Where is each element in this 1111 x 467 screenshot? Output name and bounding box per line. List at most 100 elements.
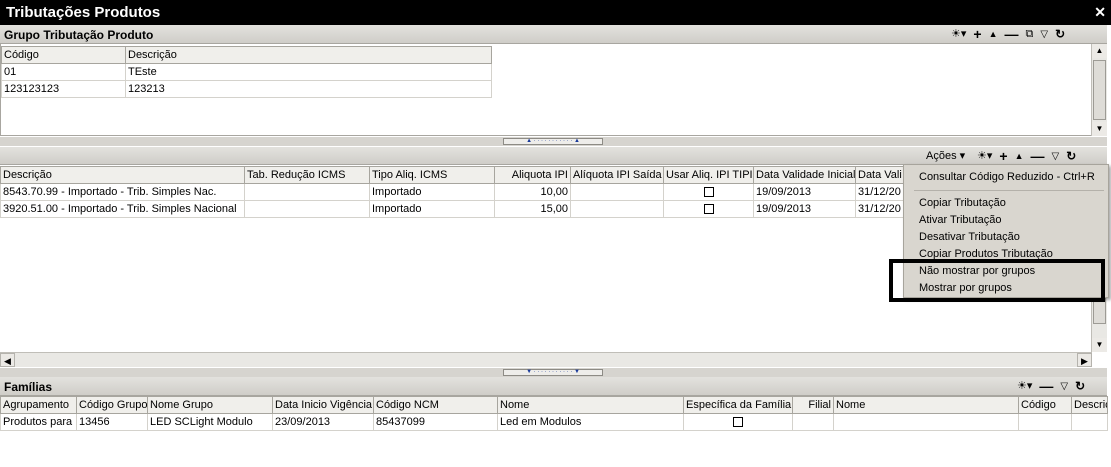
tributacao-horizontal-scrollbar[interactable]: ◀ ▶ bbox=[0, 352, 1092, 367]
cell-usar-tipi[interactable] bbox=[663, 200, 754, 218]
column-header[interactable]: Tipo Aliq. ICMS bbox=[369, 166, 495, 184]
cell-tipo-aliq[interactable]: Importado bbox=[369, 183, 495, 201]
cell-tab-reducao[interactable] bbox=[244, 200, 370, 218]
splitter-grip[interactable]: ▼ · · · · · · · · · · · ▼ bbox=[503, 369, 603, 376]
cell-tipo-aliq[interactable]: Importado bbox=[369, 200, 495, 218]
column-header[interactable]: Data Validade Inicial bbox=[753, 166, 856, 184]
filter-icon[interactable]: ▽ bbox=[1052, 150, 1060, 163]
close-icon[interactable]: ✕ bbox=[1094, 4, 1106, 21]
cell-especifica[interactable] bbox=[683, 413, 793, 431]
filter-icon[interactable]: ▽ bbox=[1040, 28, 1048, 41]
cell-aliquota-saida[interactable] bbox=[570, 183, 664, 201]
cell-codigo[interactable]: 01 bbox=[1, 63, 126, 81]
cell-data-inicial[interactable]: 19/09/2013 bbox=[753, 183, 856, 201]
scroll-up-icon[interactable]: ▲ bbox=[1092, 44, 1107, 58]
remove-icon[interactable]: — bbox=[1039, 379, 1053, 393]
scroll-down-icon[interactable]: ▼ bbox=[1092, 122, 1107, 136]
grupo-vertical-scrollbar[interactable]: ▲ ▼ bbox=[1091, 44, 1107, 136]
column-header[interactable]: Nome bbox=[497, 396, 684, 414]
column-header[interactable]: Agrupamento bbox=[0, 396, 77, 414]
table-row[interactable]: 8543.70.99 - Importado - Trib. Simples N… bbox=[0, 183, 907, 201]
cell-filial[interactable] bbox=[792, 413, 834, 431]
cell-data-final[interactable]: 31/12/20 bbox=[855, 183, 907, 201]
cell-data-inicio[interactable]: 23/09/2013 bbox=[272, 413, 374, 431]
options-icon[interactable]: ☀▾ bbox=[977, 150, 992, 163]
column-header[interactable]: Código bbox=[1, 46, 126, 64]
cell-usar-tipi[interactable] bbox=[663, 183, 754, 201]
cell-data-inicial[interactable]: 19/09/2013 bbox=[753, 200, 856, 218]
column-header[interactable]: Código NCM bbox=[373, 396, 498, 414]
especifica-checkbox[interactable] bbox=[733, 417, 743, 428]
cell-descricao[interactable]: TEste bbox=[125, 63, 492, 81]
column-header[interactable]: Alíquota IPI Saída bbox=[570, 166, 664, 184]
column-header[interactable]: Filial bbox=[792, 396, 834, 414]
usar-tipi-checkbox[interactable] bbox=[703, 204, 714, 215]
cell-codigo-grupo[interactable]: 13456 bbox=[76, 413, 148, 431]
cell-nome-grupo[interactable]: LED SCLight Modulo bbox=[147, 413, 273, 431]
column-header[interactable]: Nome Grupo bbox=[147, 396, 273, 414]
remove-icon[interactable]: — bbox=[1031, 149, 1045, 163]
column-header[interactable]: Descric bbox=[1071, 396, 1108, 414]
cell-descric[interactable] bbox=[1071, 413, 1108, 431]
options-icon[interactable]: ☀▾ bbox=[951, 28, 966, 41]
add-icon[interactable]: + bbox=[999, 149, 1007, 163]
table-row[interactable]: Produtos para F 13456 LED SCLight Modulo… bbox=[0, 413, 1108, 431]
cell-tab-reducao[interactable] bbox=[244, 183, 370, 201]
move-up-icon[interactable]: ▲ bbox=[1015, 150, 1024, 163]
move-up-icon[interactable]: ▲ bbox=[989, 28, 998, 41]
splitter-grip[interactable]: ▲ · · · · · · · · · · · ▲ bbox=[503, 138, 603, 145]
column-header[interactable]: Específica da Família bbox=[683, 396, 793, 414]
column-header[interactable]: Nome bbox=[833, 396, 1019, 414]
cell-aliquota-ipi[interactable]: 10,00 bbox=[494, 183, 571, 201]
refresh-icon[interactable]: ↻ bbox=[1055, 28, 1065, 41]
scroll-down-icon[interactable]: ▼ bbox=[1092, 338, 1107, 352]
column-header[interactable]: Código Grupo bbox=[76, 396, 148, 414]
table-header-row: Agrupamento Código Grupo Nome Grupo Data… bbox=[0, 396, 1108, 414]
cell-codigo[interactable]: 123123123 bbox=[1, 80, 126, 98]
column-header[interactable]: Data Inicio Vigência bbox=[272, 396, 374, 414]
table-row[interactable]: 01 TEste bbox=[1, 63, 492, 81]
menu-item-ativar-tributacao[interactable]: Ativar Tributação bbox=[919, 214, 1002, 226]
remove-icon[interactable]: — bbox=[1005, 27, 1019, 41]
copy-icon[interactable]: ⧉ bbox=[1026, 28, 1034, 41]
usar-tipi-checkbox[interactable] bbox=[703, 187, 714, 198]
column-header[interactable]: Data Vali bbox=[855, 166, 907, 184]
column-header[interactable]: Código bbox=[1018, 396, 1072, 414]
refresh-icon[interactable]: ↻ bbox=[1075, 380, 1085, 393]
cell-agrupamento[interactable]: Produtos para F bbox=[0, 413, 77, 431]
cell-nome[interactable]: Led em Modulos bbox=[497, 413, 684, 431]
cell-aliquota-ipi[interactable]: 15,00 bbox=[494, 200, 571, 218]
splitter-1[interactable]: ▲ · · · · · · · · · · · ▲ bbox=[0, 137, 1107, 146]
refresh-icon[interactable]: ↻ bbox=[1066, 150, 1076, 163]
grupo-toolbar: ☀▾ + ▲ — ⧉ ▽ ↻ bbox=[951, 27, 1065, 42]
menu-item-copiar-tributacao[interactable]: Copiar Tributação bbox=[919, 197, 1006, 209]
cell-descricao[interactable]: 3920.51.00 - Importado - Trib. Simples N… bbox=[0, 200, 245, 218]
options-icon[interactable]: ☀▾ bbox=[1017, 380, 1032, 393]
cell-codigo-ncm[interactable]: 85437099 bbox=[373, 413, 498, 431]
scroll-right-icon[interactable]: ▶ bbox=[1077, 353, 1092, 367]
column-header[interactable]: Aliquota IPI bbox=[494, 166, 571, 184]
menu-item-desativar-tributacao[interactable]: Desativar Tributação bbox=[919, 231, 1020, 243]
splitter-2[interactable]: ▼ · · · · · · · · · · · ▼ bbox=[0, 368, 1107, 377]
annotation-highlight-box bbox=[889, 259, 1105, 302]
scroll-left-icon[interactable]: ◀ bbox=[0, 353, 15, 367]
column-header[interactable]: Descrição bbox=[125, 46, 492, 64]
column-header[interactable]: Descrição bbox=[0, 166, 245, 184]
add-icon[interactable]: + bbox=[973, 27, 981, 41]
column-header[interactable]: Usar Aliq. IPI TIPI bbox=[663, 166, 754, 184]
cell-codigo[interactable] bbox=[1018, 413, 1072, 431]
menu-item-consultar-codigo[interactable]: Consultar Código Reduzido - Ctrl+R bbox=[919, 171, 1095, 183]
cell-descricao[interactable]: 8543.70.99 - Importado - Trib. Simples N… bbox=[0, 183, 245, 201]
cell-aliquota-saida[interactable] bbox=[570, 200, 664, 218]
cell-descricao[interactable]: 123213 bbox=[125, 80, 492, 98]
window-titlebar: Tributações Produtos ✕ bbox=[0, 0, 1111, 25]
familias-panel-title: Famílias bbox=[4, 380, 53, 394]
table-row[interactable]: 123123123 123213 bbox=[1, 80, 492, 98]
cell-data-final[interactable]: 31/12/20 bbox=[855, 200, 907, 218]
scroll-thumb[interactable] bbox=[1093, 60, 1106, 120]
table-row[interactable]: 3920.51.00 - Importado - Trib. Simples N… bbox=[0, 200, 907, 218]
acoes-menu-button[interactable]: Ações ▾ bbox=[926, 149, 965, 162]
cell-nome-2[interactable] bbox=[833, 413, 1019, 431]
filter-icon[interactable]: ▽ bbox=[1060, 380, 1068, 393]
column-header[interactable]: Tab. Redução ICMS bbox=[244, 166, 370, 184]
